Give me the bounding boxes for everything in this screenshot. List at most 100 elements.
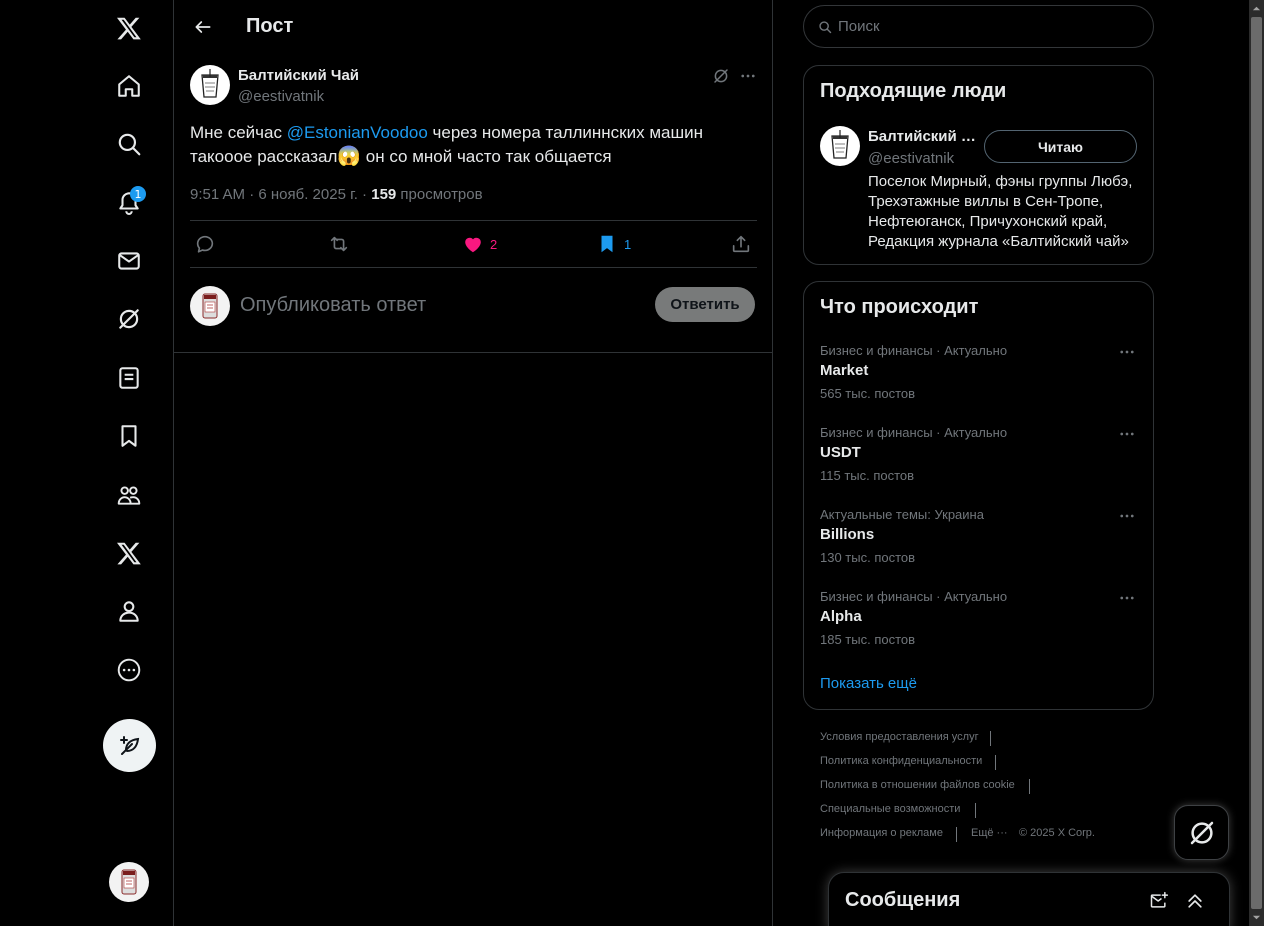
divider xyxy=(190,220,757,221)
home-icon[interactable] xyxy=(104,61,154,111)
search-icon xyxy=(819,20,832,33)
reply-action[interactable] xyxy=(194,230,216,258)
back-arrow-icon xyxy=(195,21,211,33)
messages-drawer-title: Сообщения xyxy=(845,889,961,911)
trend-item[interactable]: Бизнес и финансы · Актуально Market 565 … xyxy=(804,343,1153,425)
author-name[interactable]: Балтийский Чай xyxy=(238,67,359,84)
trend-name: Billions xyxy=(820,526,875,543)
suggested-user-handle[interactable]: @eestivatnik xyxy=(868,150,954,167)
communities-icon[interactable] xyxy=(104,470,154,520)
trend-item[interactable]: Бизнес и финансы · Актуально Alpha 185 т… xyxy=(804,589,1153,671)
following-button[interactable]: Читаю xyxy=(984,130,1137,163)
divider xyxy=(174,352,773,353)
trend-name: Alpha xyxy=(820,608,862,625)
profile-icon[interactable] xyxy=(104,586,154,636)
footer-separator xyxy=(990,731,991,746)
page-scrollbar[interactable] xyxy=(1249,0,1264,926)
trend-more-icon[interactable] xyxy=(1116,505,1138,527)
repost-icon xyxy=(330,236,348,252)
notification-badge: 1 xyxy=(130,186,146,202)
who-to-follow-card: Подходящие люди Балтийский Чай @eestivat… xyxy=(803,65,1154,265)
expand-drawer-icon[interactable] xyxy=(1183,889,1207,913)
tea-glass-icon xyxy=(831,130,849,159)
tea-jar-icon xyxy=(202,293,218,319)
trends-title: Что происходит xyxy=(820,296,979,318)
footer-more-link[interactable]: Ещё ··· xyxy=(971,827,1008,839)
messages-icon[interactable] xyxy=(104,236,154,286)
grok-floating-button[interactable] xyxy=(1174,805,1229,860)
post-mention-link[interactable]: @EstonianVoodoo xyxy=(287,123,428,142)
suggested-user-bio: Поселок Мирный, фэны группы Любэ, Трехэт… xyxy=(868,173,1133,250)
x-logo-icon[interactable] xyxy=(104,3,154,53)
footer-separator xyxy=(995,755,996,770)
who-to-follow-title: Подходящие люди xyxy=(820,80,1007,102)
like-action[interactable]: 2 xyxy=(462,230,497,258)
lists-icon[interactable] xyxy=(104,353,154,403)
search-placeholder: Поиск xyxy=(838,18,880,35)
footer-separator xyxy=(975,803,976,818)
trend-more-icon[interactable] xyxy=(1116,587,1138,609)
compose-post-button[interactable] xyxy=(103,719,156,772)
copyright: © 2025 X Corp. xyxy=(1019,827,1095,839)
suggested-user-avatar[interactable] xyxy=(820,126,860,166)
screaming-face-emoji-icon: 😱 xyxy=(337,146,362,167)
scrollbar-thumb[interactable] xyxy=(1251,17,1262,909)
tea-glass-icon xyxy=(201,69,219,98)
cookies-link[interactable]: Политика в отношении файлов cookie xyxy=(820,779,1015,791)
repost-action[interactable] xyxy=(328,230,350,258)
scroll-up-arrow-icon[interactable] xyxy=(1249,0,1264,17)
share-action[interactable] xyxy=(730,230,752,258)
post-meta: 9:51 AM · 6 нояб. 2025 г. · 159 просмотр… xyxy=(190,186,483,203)
trend-more-icon[interactable] xyxy=(1116,341,1138,363)
trend-post-count: 115 тыс. постов xyxy=(820,468,915,483)
ads-info-link[interactable]: Информация о рекламе xyxy=(820,827,943,839)
author-handle[interactable]: @eestivatnik xyxy=(238,88,324,105)
share-icon xyxy=(732,235,750,253)
divider xyxy=(190,267,757,268)
trend-name: Market xyxy=(820,362,869,379)
notifications-icon[interactable]: 1 xyxy=(104,177,154,227)
like-count: 2 xyxy=(490,236,498,252)
trend-post-count: 185 тыс. постов xyxy=(820,632,916,647)
trend-more-icon[interactable] xyxy=(1116,423,1138,445)
account-avatar[interactable] xyxy=(109,862,149,902)
terms-link[interactable]: Условия предоставления услуг xyxy=(820,731,979,743)
trend-category: Бизнес и финансы · Актуально xyxy=(820,589,1008,604)
trend-category: Бизнес и финансы · Актуально xyxy=(820,343,1008,358)
bookmark-count: 1 xyxy=(624,236,632,252)
back-button[interactable] xyxy=(188,12,218,42)
accessibility-link[interactable]: Специальные возможности xyxy=(820,803,960,815)
post-text-start: Мне сейчас xyxy=(190,123,287,142)
page-title: Пост xyxy=(246,15,294,37)
more-icon[interactable] xyxy=(104,645,154,695)
reply-avatar xyxy=(190,286,230,326)
post-timestamp[interactable]: 9:51 AM · 6 нояб. 2025 г. · xyxy=(190,186,371,203)
show-more-link[interactable]: Показать ещё xyxy=(820,675,917,692)
trend-item[interactable]: Бизнес и финансы · Актуально USDT 115 ты… xyxy=(804,425,1153,507)
trend-post-count: 565 тыс. постов xyxy=(820,386,916,401)
suggested-user-name[interactable]: Балтийский Чай xyxy=(868,128,976,145)
post-more-icon[interactable] xyxy=(737,65,759,87)
reply-button[interactable]: Ответить xyxy=(655,287,755,322)
trends-card: Что происходит Бизнес и финансы · Актуал… xyxy=(803,281,1154,710)
trend-category: Бизнес и финансы · Актуально xyxy=(820,425,1008,440)
trend-post-count: 130 тыс. постов xyxy=(820,550,916,565)
bookmark-action[interactable]: 1 xyxy=(596,230,631,258)
trend-name: USDT xyxy=(820,444,861,461)
search-input[interactable]: Поиск xyxy=(803,5,1154,48)
new-message-icon[interactable] xyxy=(1147,889,1171,913)
scroll-down-arrow-icon[interactable] xyxy=(1249,909,1264,926)
reply-input[interactable]: Опубликовать ответ xyxy=(240,290,640,320)
privacy-link[interactable]: Политика конфиденциальности xyxy=(820,755,982,767)
bookmarks-icon[interactable] xyxy=(104,411,154,461)
views-count: 159 xyxy=(371,186,397,203)
grok-explain-icon[interactable] xyxy=(710,65,732,87)
author-avatar[interactable] xyxy=(190,65,230,105)
feather-icon xyxy=(119,735,139,755)
premium-icon[interactable] xyxy=(104,528,154,578)
footer-separator xyxy=(956,827,957,842)
explore-icon[interactable] xyxy=(104,119,154,169)
grok-icon[interactable] xyxy=(104,294,154,344)
trend-item[interactable]: Актуальные темы: Украина Billions 130 ты… xyxy=(804,507,1153,589)
messages-drawer[interactable]: Сообщения xyxy=(828,872,1230,926)
